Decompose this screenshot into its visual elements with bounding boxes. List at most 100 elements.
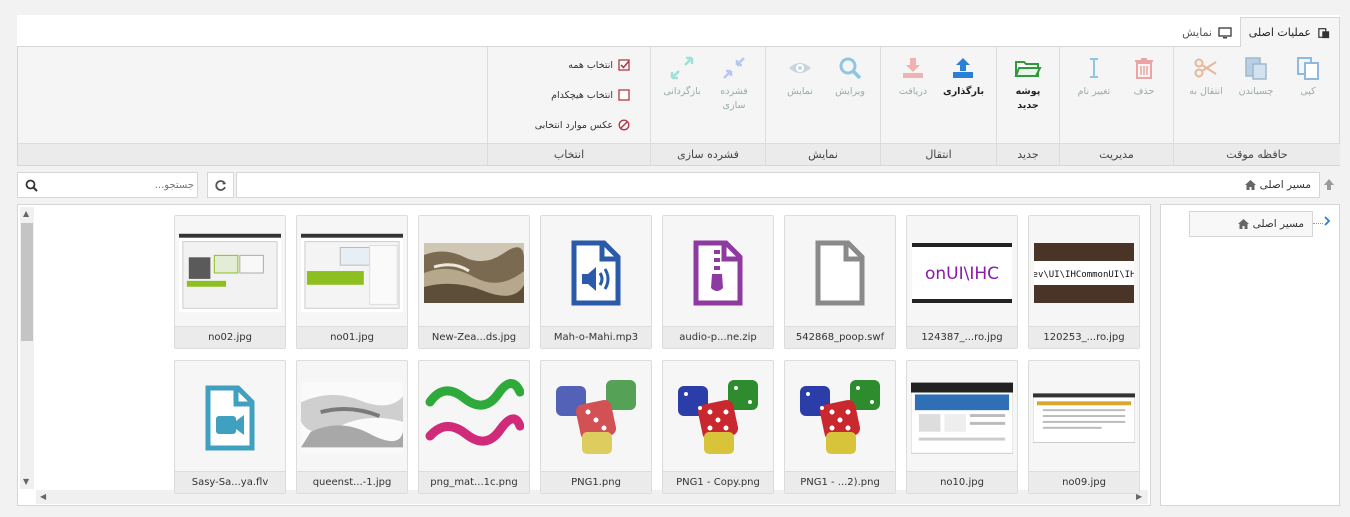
group-title: فشرده سازی xyxy=(651,143,765,165)
trash-icon xyxy=(1135,58,1153,79)
group-view: ویرایش نمایش نمایش xyxy=(765,47,880,165)
address-bar[interactable]: مسیر اصلی xyxy=(236,172,1320,198)
invert-selection-option[interactable]: عکس موارد انتخابی xyxy=(535,119,630,131)
vertical-scrollbar[interactable]: ▲ ▼ xyxy=(20,207,34,489)
tab-view[interactable]: نمایش xyxy=(1174,17,1240,48)
delete-button[interactable]: حذف xyxy=(1124,55,1164,99)
file-tile[interactable]: PNG1 - ...2).png xyxy=(784,360,896,494)
go-up-button[interactable] xyxy=(1322,176,1338,194)
banner-ihc-purple-image: onUI\IHC xyxy=(911,220,1013,326)
file-tile[interactable]: Sasy-Sa...ya.flv xyxy=(174,360,286,494)
dice-image xyxy=(789,365,891,471)
files-pane: ▲ ▼ ◀ ▶ ev\UI\IHCommonUI\IH 120253_...ro… xyxy=(17,204,1151,506)
chevron-right-icon[interactable] xyxy=(1323,216,1331,226)
group-title: انتخاب xyxy=(488,143,650,165)
file-tile[interactable]: PNG1.png xyxy=(540,360,652,494)
file-tile[interactable]: 542868_poop.swf xyxy=(784,215,896,349)
file-name: no09.jpg xyxy=(1029,471,1139,493)
copy-button[interactable]: کپی xyxy=(1288,55,1328,99)
file-name: audio-p...ne.zip xyxy=(663,326,773,348)
text-cursor-icon xyxy=(1090,58,1098,78)
tab-label: عملیات اصلی xyxy=(1248,26,1311,39)
file-name: 542868_poop.swf xyxy=(785,326,895,348)
tree-node-root[interactable]: مسیر اصلی xyxy=(1189,211,1313,237)
file-name: Mah-o-Mahi.mp3 xyxy=(541,326,651,348)
svg-text:ev\UI\IHCommonUI\IH: ev\UI\IHCommonUI\IH xyxy=(1034,270,1134,280)
dice-blurred-image xyxy=(545,365,647,471)
scroll-left-icon[interactable]: ◀ xyxy=(40,492,46,501)
paste-icon xyxy=(1245,57,1267,80)
empty-box-icon xyxy=(618,89,630,101)
file-tile[interactable]: ev\UI\IHCommonUI\IH 120253_...ro.jpg xyxy=(1028,215,1140,349)
scroll-up-icon[interactable]: ▲ xyxy=(23,209,29,218)
group-new: پوشه جدید جدید xyxy=(996,47,1059,165)
checked-box-icon xyxy=(618,59,630,71)
select-none-option[interactable]: انتخاب هیچکدام xyxy=(551,89,630,101)
compress-button[interactable]: فشرده سازی xyxy=(714,55,754,113)
file-name: no02.jpg xyxy=(175,326,285,348)
expand-icon xyxy=(670,56,694,80)
search-icon[interactable] xyxy=(25,179,38,192)
audio-file-icon xyxy=(545,220,647,326)
svg-text:onUI\IHC: onUI\IHC xyxy=(925,264,999,284)
landscape-image xyxy=(423,220,525,326)
search-input[interactable] xyxy=(44,175,194,195)
screenshot-image xyxy=(179,220,281,326)
group-title: انتقال xyxy=(881,143,996,165)
scissors-icon xyxy=(1194,58,1217,78)
tree-connector xyxy=(1313,223,1323,224)
file-tile[interactable]: png_mat...1c.png xyxy=(418,360,530,494)
file-tile[interactable]: Mah-o-Mahi.mp3 xyxy=(540,215,652,349)
tab-main-operations[interactable]: عملیات اصلی xyxy=(1239,17,1340,48)
webpage-image xyxy=(1033,365,1135,471)
extract-button[interactable]: بازگردانی xyxy=(662,55,702,99)
refresh-button[interactable] xyxy=(207,172,234,198)
breadcrumb[interactable]: مسیر اصلی xyxy=(1244,179,1311,191)
select-all-option[interactable]: انتخاب همه xyxy=(568,59,630,71)
ribbon: کپی چسباندن انتقال به حافظه موقت حذف تغی… xyxy=(17,47,1340,166)
blank-file-icon xyxy=(789,220,891,326)
grayscale-image xyxy=(301,365,403,471)
file-tile[interactable]: no02.jpg xyxy=(174,215,286,349)
group-title: نمایش xyxy=(766,143,880,165)
scrollbar-thumb[interactable] xyxy=(21,223,33,341)
ribbons-image xyxy=(423,365,525,471)
edit-button[interactable]: ویرایش xyxy=(830,55,870,99)
file-tile[interactable]: queenst...-1.jpg xyxy=(296,360,408,494)
file-tile[interactable]: audio-p...ne.zip xyxy=(662,215,774,349)
eye-icon xyxy=(789,63,811,73)
file-name: PNG1 - Copy.png xyxy=(663,471,773,493)
upload-button[interactable]: بارگذاری xyxy=(943,55,984,99)
file-tile[interactable]: no09.jpg xyxy=(1028,360,1140,494)
file-tile[interactable]: onUI\IHC 124387_...ro.jpg xyxy=(906,215,1018,349)
zip-file-icon xyxy=(667,220,769,326)
ban-icon xyxy=(618,119,630,131)
download-button[interactable]: دریافت xyxy=(893,55,933,99)
webpage-blue-image xyxy=(911,365,1013,471)
file-tile[interactable]: New-Zea...ds.jpg xyxy=(418,215,530,349)
file-manager: عملیات اصلی نمایش کپی چسباندن انتقال به … xyxy=(17,15,1340,507)
folder-icon xyxy=(1014,61,1042,77)
home-icon xyxy=(1244,180,1256,190)
file-name: PNG1.png xyxy=(541,471,651,493)
rename-button[interactable]: تغییر نام xyxy=(1074,55,1114,99)
move-to-button[interactable]: انتقال به xyxy=(1186,55,1226,99)
dice-image xyxy=(667,365,769,471)
show-button[interactable]: نمایش xyxy=(780,55,820,99)
ribbon-empty-area xyxy=(18,47,487,165)
tab-label: نمایش xyxy=(1182,26,1212,39)
file-name: png_mat...1c.png xyxy=(419,471,529,493)
file-name: no10.jpg xyxy=(907,471,1017,493)
file-tile[interactable]: no01.jpg xyxy=(296,215,408,349)
file-tile[interactable]: PNG1 - Copy.png xyxy=(662,360,774,494)
file-name: Sasy-Sa...ya.flv xyxy=(175,471,285,493)
group-title: جدید xyxy=(997,143,1059,165)
paste-button[interactable]: چسباندن xyxy=(1236,55,1276,99)
scroll-down-icon[interactable]: ▼ xyxy=(23,477,29,486)
new-folder-button[interactable]: پوشه جدید xyxy=(1008,55,1048,113)
banner-ihc-image: ev\UI\IHCommonUI\IH xyxy=(1033,220,1135,326)
file-tile[interactable]: no10.jpg xyxy=(906,360,1018,494)
group-clipboard: کپی چسباندن انتقال به حافظه موقت xyxy=(1173,47,1340,165)
refresh-icon xyxy=(215,179,226,191)
monitor-icon xyxy=(1218,26,1232,38)
